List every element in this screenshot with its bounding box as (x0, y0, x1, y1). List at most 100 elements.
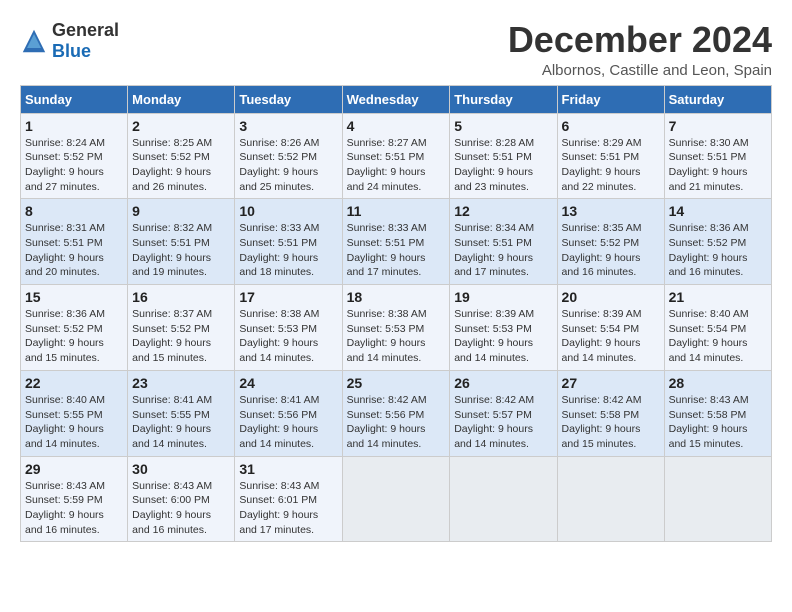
weekday-header: Sunday (21, 85, 128, 113)
calendar-day-cell: 23 Sunrise: 8:41 AMSunset: 5:55 PMDayligh… (128, 370, 235, 456)
day-number: 25 (347, 375, 446, 391)
day-info: Sunrise: 8:42 AMSunset: 5:57 PMDaylight:… (454, 393, 552, 452)
day-info: Sunrise: 8:36 AMSunset: 5:52 PMDaylight:… (669, 221, 767, 280)
calendar-day-cell: 4 Sunrise: 8:27 AMSunset: 5:51 PMDaylight… (342, 113, 450, 199)
day-number: 13 (562, 203, 660, 219)
calendar-day-cell: 12Sunrise: 8:34 AMSunset: 5:51 PMDayligh… (450, 199, 557, 285)
day-number: 30 (132, 461, 230, 477)
day-info: Sunrise: 8:32 AMSunset: 5:51 PMDaylight:… (132, 221, 230, 280)
weekday-header: Thursday (450, 85, 557, 113)
calendar-day-cell: 26 Sunrise: 8:42 AMSunset: 5:57 PMDayligh… (450, 370, 557, 456)
day-info: Sunrise: 8:27 AMSunset: 5:51 PMDaylight:… (347, 136, 446, 195)
day-info: Sunrise: 8:43 AMSunset: 5:59 PMDaylight:… (25, 479, 123, 538)
day-info: Sunrise: 8:34 AMSunset: 5:51 PMDaylight:… (454, 221, 552, 280)
day-number: 6 (562, 118, 660, 134)
logo-general: General (52, 20, 119, 40)
day-info: Sunrise: 8:36 AMSunset: 5:52 PMDaylight:… (25, 307, 123, 366)
calendar-day-cell: 7Sunrise: 8:30 AMSunset: 5:51 PMDaylight… (664, 113, 771, 199)
day-info: Sunrise: 8:29 AMSunset: 5:51 PMDaylight:… (562, 136, 660, 195)
calendar-day-cell: 6 Sunrise: 8:29 AMSunset: 5:51 PMDaylight… (557, 113, 664, 199)
day-number: 5 (454, 118, 552, 134)
day-number: 23 (132, 375, 230, 391)
day-info: Sunrise: 8:39 AMSunset: 5:54 PMDaylight:… (562, 307, 660, 366)
calendar-table: SundayMondayTuesdayWednesdayThursdayFrid… (20, 85, 772, 543)
title-block: December 2024 Albornos, Castille and Leo… (508, 20, 772, 79)
calendar-day-cell (664, 456, 771, 542)
day-number: 4 (347, 118, 446, 134)
calendar-day-cell: 22 Sunrise: 8:40 AMSunset: 5:55 PMDayligh… (21, 370, 128, 456)
calendar-day-cell: 10Sunrise: 8:33 AMSunset: 5:51 PMDayligh… (235, 199, 342, 285)
calendar-day-cell: 9 Sunrise: 8:32 AMSunset: 5:51 PMDaylight… (128, 199, 235, 285)
day-info: Sunrise: 8:33 AMSunset: 5:51 PMDaylight:… (239, 221, 337, 280)
day-number: 1 (25, 118, 123, 134)
logo-icon (20, 27, 48, 55)
calendar-day-cell: 21Sunrise: 8:40 AMSunset: 5:54 PMDayligh… (664, 285, 771, 371)
day-number: 16 (132, 289, 230, 305)
calendar-day-cell: 8 Sunrise: 8:31 AMSunset: 5:51 PMDaylight… (21, 199, 128, 285)
calendar-day-cell: 29 Sunrise: 8:43 AMSunset: 5:59 PMDayligh… (21, 456, 128, 542)
day-info: Sunrise: 8:26 AMSunset: 5:52 PMDaylight:… (239, 136, 337, 195)
day-info: Sunrise: 8:28 AMSunset: 5:51 PMDaylight:… (454, 136, 552, 195)
day-number: 14 (669, 203, 767, 219)
day-info: Sunrise: 8:43 AMSunset: 6:00 PMDaylight:… (132, 479, 230, 538)
calendar-day-cell: 31 Sunrise: 8:43 AMSunset: 6:01 PMDayligh… (235, 456, 342, 542)
weekday-header: Monday (128, 85, 235, 113)
calendar-week-row: 22 Sunrise: 8:40 AMSunset: 5:55 PMDayligh… (21, 370, 772, 456)
calendar-week-row: 8 Sunrise: 8:31 AMSunset: 5:51 PMDaylight… (21, 199, 772, 285)
calendar-day-cell: 13Sunrise: 8:35 AMSunset: 5:52 PMDayligh… (557, 199, 664, 285)
logo-blue: Blue (52, 41, 91, 61)
calendar-day-cell: 3 Sunrise: 8:26 AMSunset: 5:52 PMDaylight… (235, 113, 342, 199)
day-info: Sunrise: 8:39 AMSunset: 5:53 PMDaylight:… (454, 307, 552, 366)
day-info: Sunrise: 8:40 AMSunset: 5:55 PMDaylight:… (25, 393, 123, 452)
calendar-day-cell (342, 456, 450, 542)
weekday-header: Friday (557, 85, 664, 113)
logo: General Blue (20, 20, 119, 62)
day-info: Sunrise: 8:41 AMSunset: 5:55 PMDaylight:… (132, 393, 230, 452)
calendar-week-row: 1Sunrise: 8:24 AMSunset: 5:52 PMDaylight… (21, 113, 772, 199)
day-info: Sunrise: 8:25 AMSunset: 5:52 PMDaylight:… (132, 136, 230, 195)
calendar-day-cell: 27Sunrise: 8:42 AMSunset: 5:58 PMDayligh… (557, 370, 664, 456)
calendar-day-cell: 18Sunrise: 8:38 AMSunset: 5:53 PMDayligh… (342, 285, 450, 371)
calendar-week-row: 15 Sunrise: 8:36 AMSunset: 5:52 PMDayligh… (21, 285, 772, 371)
calendar-day-cell: 11 Sunrise: 8:33 AMSunset: 5:51 PMDayligh… (342, 199, 450, 285)
weekday-header: Saturday (664, 85, 771, 113)
calendar-day-cell: 15 Sunrise: 8:36 AMSunset: 5:52 PMDayligh… (21, 285, 128, 371)
calendar-day-cell: 20 Sunrise: 8:39 AMSunset: 5:54 PMDayligh… (557, 285, 664, 371)
day-number: 27 (562, 375, 660, 391)
day-number: 29 (25, 461, 123, 477)
day-info: Sunrise: 8:43 AMSunset: 5:58 PMDaylight:… (669, 393, 767, 452)
day-number: 9 (132, 203, 230, 219)
day-number: 20 (562, 289, 660, 305)
day-number: 31 (239, 461, 337, 477)
month-title: December 2024 (508, 20, 772, 60)
location: Albornos, Castille and Leon, Spain (508, 62, 772, 79)
day-info: Sunrise: 8:43 AMSunset: 6:01 PMDaylight:… (239, 479, 337, 538)
day-info: Sunrise: 8:31 AMSunset: 5:51 PMDaylight:… (25, 221, 123, 280)
day-number: 24 (239, 375, 337, 391)
day-number: 26 (454, 375, 552, 391)
day-number: 21 (669, 289, 767, 305)
calendar-day-cell: 16 Sunrise: 8:37 AMSunset: 5:52 PMDayligh… (128, 285, 235, 371)
page-header: General Blue December 2024 Albornos, Cas… (20, 20, 772, 79)
day-info: Sunrise: 8:38 AMSunset: 5:53 PMDaylight:… (347, 307, 446, 366)
day-number: 15 (25, 289, 123, 305)
calendar-day-cell: 5 Sunrise: 8:28 AMSunset: 5:51 PMDaylight… (450, 113, 557, 199)
calendar-day-cell (450, 456, 557, 542)
calendar-day-cell: 14 Sunrise: 8:36 AMSunset: 5:52 PMDayligh… (664, 199, 771, 285)
day-info: Sunrise: 8:37 AMSunset: 5:52 PMDaylight:… (132, 307, 230, 366)
calendar-day-cell: 19Sunrise: 8:39 AMSunset: 5:53 PMDayligh… (450, 285, 557, 371)
calendar-day-cell: 2Sunrise: 8:25 AMSunset: 5:52 PMDaylight… (128, 113, 235, 199)
day-info: Sunrise: 8:38 AMSunset: 5:53 PMDaylight:… (239, 307, 337, 366)
day-number: 11 (347, 203, 446, 219)
calendar-day-cell: 30 Sunrise: 8:43 AMSunset: 6:00 PMDayligh… (128, 456, 235, 542)
day-info: Sunrise: 8:33 AMSunset: 5:51 PMDaylight:… (347, 221, 446, 280)
day-number: 22 (25, 375, 123, 391)
day-number: 3 (239, 118, 337, 134)
day-number: 8 (25, 203, 123, 219)
day-info: Sunrise: 8:42 AMSunset: 5:56 PMDaylight:… (347, 393, 446, 452)
calendar-week-row: 29 Sunrise: 8:43 AMSunset: 5:59 PMDayligh… (21, 456, 772, 542)
weekday-header: Tuesday (235, 85, 342, 113)
calendar-day-cell (557, 456, 664, 542)
day-info: Sunrise: 8:41 AMSunset: 5:56 PMDaylight:… (239, 393, 337, 452)
calendar-day-cell: 28Sunrise: 8:43 AMSunset: 5:58 PMDayligh… (664, 370, 771, 456)
